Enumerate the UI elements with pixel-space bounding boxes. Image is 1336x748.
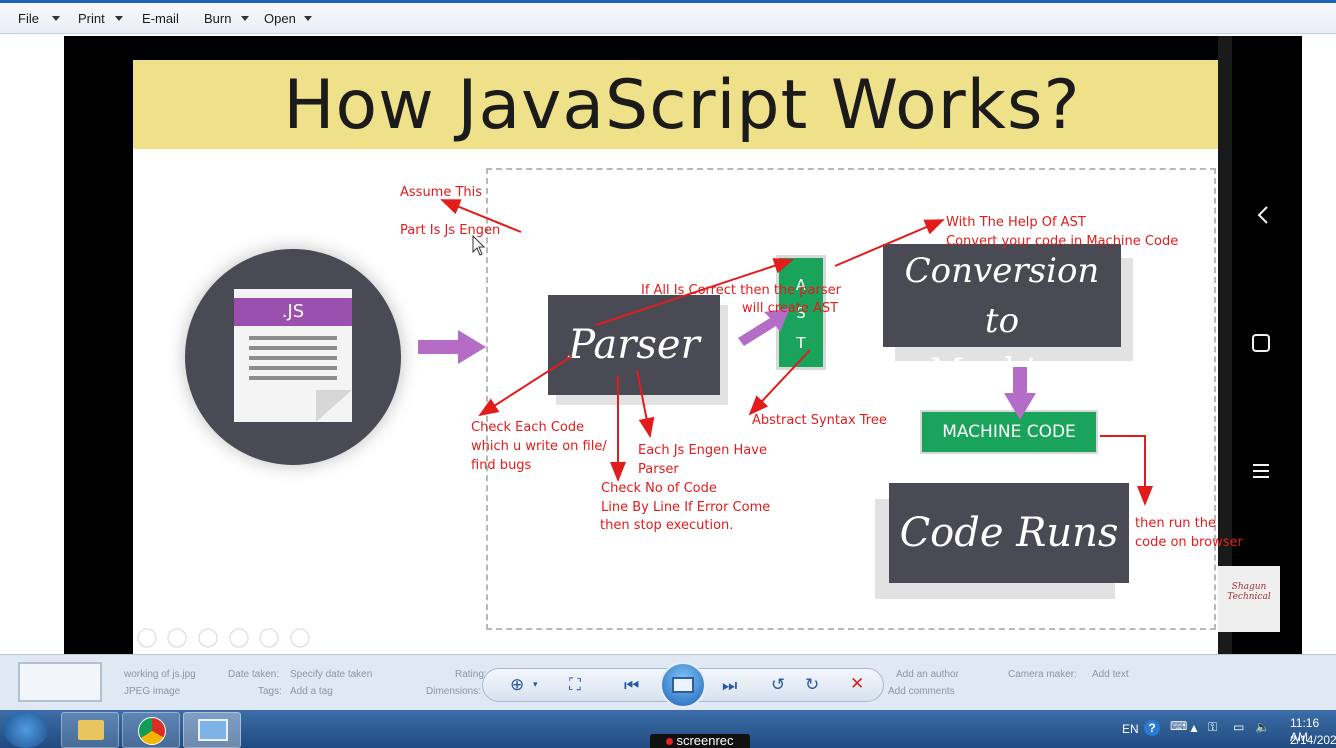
delete-icon[interactable]: ✕	[850, 674, 864, 694]
page-line	[249, 336, 337, 340]
open-menu[interactable]: Open	[264, 11, 296, 26]
help-icon[interactable]: ?	[1144, 720, 1160, 736]
info-tags-value[interactable]: Add a tag	[290, 686, 333, 697]
note-abstract: Abstract Syntax Tree	[752, 413, 887, 428]
info-comments-value[interactable]: Add comments	[888, 686, 955, 697]
code-runs-box: Code Runs	[889, 483, 1129, 583]
info-authors-value[interactable]: Add an author	[896, 669, 959, 680]
js-file-label: .JS	[234, 298, 352, 326]
file-menu[interactable]: File	[18, 11, 39, 26]
zoom-dropdown-icon[interactable]: ▾	[533, 680, 538, 690]
print-dropdown-icon[interactable]	[115, 16, 123, 21]
menu-toolbar: File Print E-mail Burn Open	[0, 0, 1336, 34]
info-rating-label: Rating:	[455, 669, 487, 680]
info-filetype: JPEG image	[124, 686, 181, 697]
note-check-no-1: Check No of Code	[601, 481, 717, 496]
show-hidden-icons-icon[interactable]: ▲	[1188, 721, 1200, 735]
open-dropdown-icon[interactable]	[304, 16, 312, 21]
usb-icon[interactable]: ⚿	[1208, 720, 1217, 735]
keyboard-icon[interactable]: ⌨	[1170, 719, 1187, 733]
note-then-run-2: code on browser	[1135, 535, 1243, 550]
rotate-left-icon[interactable]: ↺	[771, 675, 785, 695]
record-dot-icon	[666, 738, 674, 745]
note-check-each-3: find bugs	[471, 458, 532, 473]
machine-code-box: MACHINE CODE	[920, 410, 1098, 454]
page-line	[249, 356, 337, 360]
conversion-box: Conversion to Machine code	[883, 244, 1121, 441]
screenrec-label: screenrec	[676, 733, 734, 748]
note-if-all-1: If All Is Correct then the parser	[641, 283, 841, 298]
channel-logo: Shagun Technical	[1218, 566, 1280, 632]
explorer-task[interactable]	[61, 712, 119, 748]
info-dimensions-label: Dimensions:	[426, 686, 482, 697]
side-strip	[1218, 36, 1232, 656]
network-icon[interactable]: ▭	[1233, 720, 1244, 734]
page-line	[249, 346, 337, 350]
photo-viewer-icon	[198, 719, 228, 741]
chrome-icon	[138, 717, 166, 745]
language-indicator[interactable]: EN	[1122, 722, 1139, 736]
info-tags-label: Tags:	[258, 686, 282, 697]
note-check-each-2: which u write on file/	[471, 439, 607, 454]
info-date-value[interactable]: Specify date taken	[290, 669, 372, 680]
slideshow-icon[interactable]	[672, 677, 694, 693]
info-camera-value[interactable]: Add text	[1092, 669, 1129, 680]
note-check-each-1: Check Each Code	[471, 420, 585, 435]
info-date-label: Date taken:	[228, 669, 280, 680]
folder-icon	[78, 720, 104, 740]
email-button[interactable]: E-mail	[142, 11, 179, 26]
note-each-js-2: Parser	[638, 462, 679, 477]
note-with-help-1: With The Help Of AST	[946, 215, 1086, 230]
slide-title: How JavaScript Works?	[283, 66, 1081, 145]
zoom-icon[interactable]: ⊕	[510, 675, 524, 695]
print-menu[interactable]: Print	[78, 11, 105, 26]
note-part-is-js: Part Is Js Engen	[400, 223, 501, 238]
volume-icon[interactable]: 🔈	[1255, 720, 1270, 734]
note-then-run-1: then run the	[1135, 516, 1216, 531]
chrome-task[interactable]	[122, 712, 180, 748]
thumbnail-icon	[18, 662, 102, 702]
ast-letter-t: T	[796, 334, 806, 352]
conversion-line-1: Conversion to	[904, 251, 1100, 341]
file-dropdown-icon[interactable]	[52, 16, 60, 21]
rotate-right-icon[interactable]: ↻	[805, 675, 819, 695]
actual-size-icon[interactable]: ⛶	[569, 675, 581, 695]
logo-line-1: Shagun	[1231, 582, 1267, 592]
info-filename: working of js.jpg	[124, 669, 196, 680]
photo-viewer-window: File Print E-mail Burn Open How JavaScri…	[0, 0, 1336, 748]
page-line	[249, 376, 337, 380]
note-each-js-1: Each Js Engen Have	[638, 443, 767, 458]
screenrec-badge: screenrec	[650, 734, 750, 748]
burn-dropdown-icon[interactable]	[241, 16, 249, 21]
logo-line-2: Technical	[1227, 592, 1271, 602]
previous-icon[interactable]: ⏮	[624, 676, 639, 696]
photo-viewer-task[interactable]	[183, 712, 241, 748]
note-if-all-2: will create AST	[742, 301, 839, 316]
note-check-no-2: Line By Line If Error Come	[601, 500, 771, 515]
parser-box: Parser	[548, 295, 720, 395]
page-line	[249, 366, 337, 370]
clock-date[interactable]: 2/14/202	[1290, 733, 1336, 747]
note-check-no-3: then stop execution.	[600, 518, 734, 533]
burn-menu[interactable]: Burn	[204, 11, 231, 26]
note-with-help-2: Convert your code in Machine Code	[946, 234, 1179, 249]
note-assume-this: Assume This	[400, 185, 483, 200]
next-icon[interactable]: ⏭	[722, 676, 737, 696]
info-camera-label: Camera maker:	[1008, 669, 1077, 680]
start-button[interactable]	[4, 711, 48, 748]
